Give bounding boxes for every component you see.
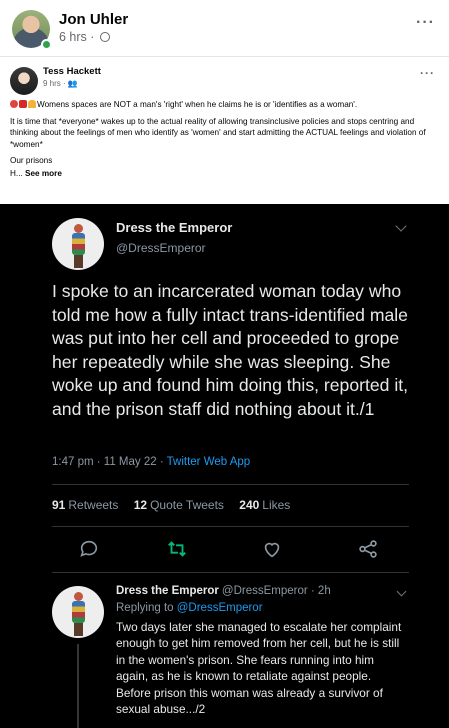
chevron-down-icon	[396, 586, 407, 597]
shared-line-2: It is time that *everyone* wakes up to t…	[10, 116, 426, 149]
shared-post: Tess Hackett 9 hrs · 👥 ··· Womens spaces…	[0, 56, 449, 204]
retweets-count: 91	[52, 498, 66, 512]
shared-time-text: 9 hrs ·	[43, 79, 68, 88]
likes-label: Likes	[262, 498, 291, 512]
share-icon	[359, 540, 377, 558]
thread-connector	[77, 644, 79, 728]
shared-more-options-button[interactable]: ···	[420, 66, 435, 80]
chevron-down-icon	[395, 220, 407, 232]
heart-icon	[264, 542, 280, 558]
reply-icon	[80, 540, 98, 557]
reply-handle-time: @DressEmperor · 2h	[221, 585, 331, 597]
pointing-hand-emoji-icon	[28, 100, 36, 108]
shared-author-name[interactable]: Tess Hackett	[43, 66, 101, 77]
tweet-actions	[52, 534, 409, 564]
post-time-text: 6 hrs ·	[59, 30, 95, 44]
see-more-link[interactable]: See more	[25, 169, 62, 178]
public-globe-icon	[99, 32, 110, 42]
facebook-post: Jon Uhler 6 hrs · ··· Tess Hackett 9 hrs…	[0, 0, 449, 728]
tweet-screenshot-image[interactable]: Dress the Emperor @DressEmperor I spoke …	[0, 204, 449, 728]
retweets-label: Retweets	[68, 498, 119, 512]
reply-author-avatar	[52, 586, 104, 638]
tweet-author-handle: @DressEmperor	[116, 241, 206, 255]
tweet-author-name: Dress the Emperor	[116, 220, 233, 235]
post-timestamp[interactable]: 6 hrs ·	[59, 30, 110, 44]
tweet-time-text: 1:47 pm · 11 May 22 ·	[52, 456, 167, 468]
reply-author-name: Dress the Emperor	[116, 585, 219, 597]
online-status-icon	[41, 39, 52, 50]
likes-count: 240	[239, 498, 260, 512]
tweet-source-app: Twitter Web App	[166, 456, 251, 468]
shared-post-timestamp[interactable]: 9 hrs · 👥	[43, 79, 78, 88]
tweet-stats: 91 Retweets 12 Quote Tweets 240 Likes	[52, 498, 290, 512]
author-name[interactable]: Jon Uhler	[59, 11, 128, 28]
friends-audience-icon: 👥	[67, 79, 78, 88]
tweet-text: I spoke to an incarcerated woman today w…	[52, 281, 409, 419]
shared-line-3: Our prisons	[10, 156, 53, 165]
replying-to-mention: @DressEmperor	[176, 602, 263, 614]
quote-tweets-label: Quote Tweets	[150, 498, 224, 512]
reply-header: Dress the Emperor @DressEmperor · 2h	[116, 585, 331, 597]
shared-line-4: H... See more	[10, 168, 440, 180]
quote-tweets-count: 12	[133, 498, 148, 512]
replying-to-prefix: Replying to	[116, 602, 177, 614]
divider	[52, 484, 409, 485]
reply-text: Two days later she managed to escalate h…	[116, 620, 402, 717]
replying-to: Replying to @DressEmperor	[116, 602, 263, 614]
shared-author-avatar[interactable]	[10, 67, 38, 95]
more-options-button[interactable]: ···	[416, 14, 435, 32]
divider	[52, 572, 409, 573]
shared-line-4-text: H...	[10, 168, 26, 178]
divider	[52, 526, 409, 527]
alarm-clock-emoji-icon	[10, 100, 18, 108]
shared-line-1: Womens spaces are NOT a man's 'right' wh…	[10, 99, 440, 111]
shared-line-1-text: Womens spaces are NOT a man's 'right' wh…	[37, 100, 358, 109]
tweet-author-avatar	[52, 218, 104, 270]
red-flag-emoji-icon	[19, 100, 27, 108]
post-header: Jon Uhler 6 hrs · ···	[12, 8, 439, 52]
tweet-timestamp: 1:47 pm · 11 May 22 · Twitter Web App	[52, 456, 250, 468]
retweet-icon	[168, 541, 186, 557]
shared-post-body: Womens spaces are NOT a man's 'right' wh…	[10, 99, 440, 184]
